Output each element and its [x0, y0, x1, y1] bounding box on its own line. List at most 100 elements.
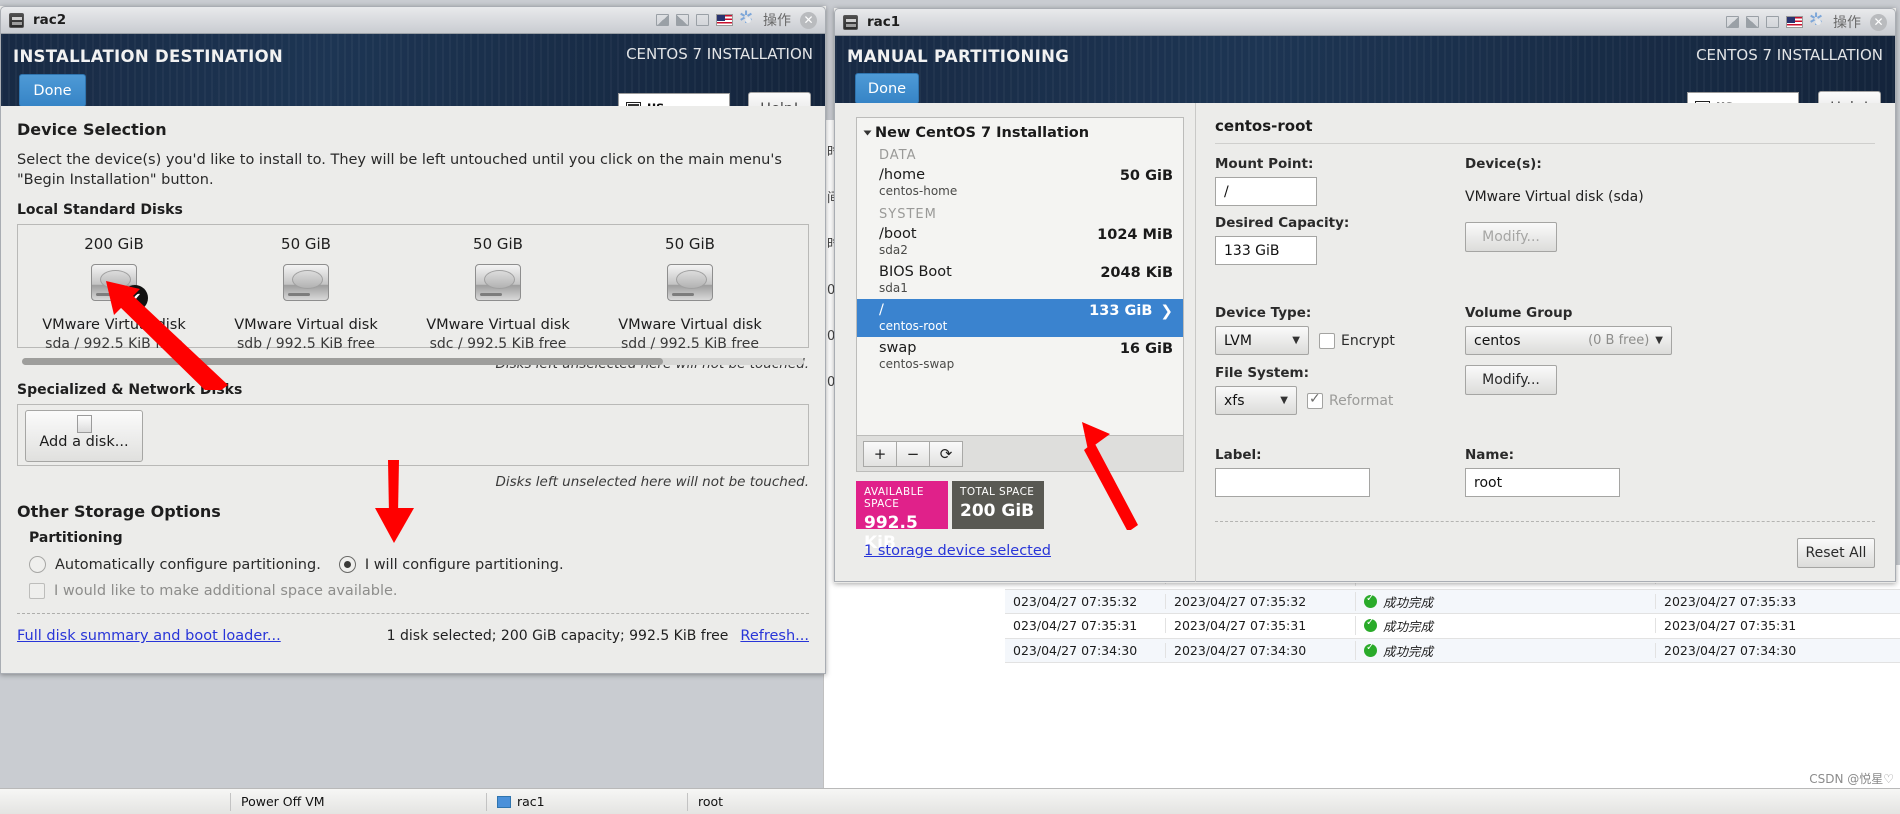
us-flag-icon[interactable]	[1786, 16, 1803, 28]
cell-queued-time: 2023/04/27 07:34:30	[1165, 642, 1355, 658]
us-flag-icon[interactable]	[716, 14, 733, 26]
encrypt-checkbox-icon	[1319, 332, 1335, 349]
other-storage-heading: Other Storage Options	[17, 502, 221, 521]
reformat-checkbox-icon	[1307, 391, 1323, 409]
name-input[interactable]: root	[1465, 468, 1620, 497]
disk-capacity: 200 GiB	[84, 235, 144, 253]
desired-capacity-input[interactable]: 133 GiB	[1215, 236, 1317, 265]
maximize-icon[interactable]	[696, 14, 709, 26]
reset-partition-button[interactable]: ⟳	[929, 440, 963, 467]
checkbox-additional-space[interactable]: I would like to make additional space av…	[29, 583, 809, 599]
operations-label[interactable]: 操作	[1833, 12, 1861, 32]
taskbar: Power Off VM rac1 root	[0, 788, 1900, 814]
disk-item[interactable]: 50 GiB VMware Virtual disk sdb / 992.5 KiB…	[210, 225, 402, 352]
add-partition-button[interactable]: +	[863, 440, 897, 467]
partition-tree-root-label: New CentOS 7 Installation	[875, 125, 1090, 141]
taskbar-vm-label: rac1	[517, 794, 545, 809]
partition-tree[interactable]: New CentOS 7 Installation DATA/home cento…	[856, 117, 1184, 472]
close-icon[interactable]: ✕	[800, 11, 817, 29]
taskbar-vm[interactable]: rac1	[487, 789, 687, 814]
unity-view-icon[interactable]	[656, 14, 669, 26]
remove-partition-button[interactable]: −	[896, 440, 930, 467]
detail-title: centos-root	[1215, 117, 1313, 135]
disk-list-scrollbar[interactable]	[22, 358, 804, 365]
volume-group-select[interactable]: centos (0 B free) ▼	[1465, 326, 1672, 355]
mount-point-input[interactable]: /	[1215, 177, 1317, 206]
storage-device-link[interactable]: 1 storage device selected	[864, 543, 1051, 559]
reformat-checkbox[interactable]: Reformat	[1307, 391, 1394, 409]
chevron-down-icon: ▼	[1655, 335, 1663, 346]
partition-tree-root[interactable]: New CentOS 7 Installation	[857, 118, 1183, 143]
window-controls-rac1: 操作 ✕	[1726, 10, 1891, 32]
refresh-link[interactable]: Refresh...	[740, 628, 809, 644]
partition-mount: /boot	[879, 226, 917, 242]
restore-icon[interactable]	[676, 14, 689, 26]
partition-mount: /	[879, 302, 884, 318]
taskbar-power-off[interactable]: Power Off VM	[231, 789, 486, 814]
radio-auto-label: Automatically configure partitioning.	[55, 556, 321, 573]
maximize-icon[interactable]	[1766, 16, 1779, 28]
partition-item[interactable]: / centos-root 133 GiB ❯	[857, 299, 1183, 337]
taskbar-user: root	[698, 794, 724, 809]
background-log-table: 023/04/27 07:35:402023/04/27 07:35:40失败 …	[1005, 565, 1900, 789]
window-rac2[interactable]: rac2 操作 ✕ INSTALLATION DESTINATION CENTO…	[0, 6, 826, 674]
restore-icon[interactable]	[1746, 16, 1759, 28]
disk-small-icon	[76, 415, 92, 433]
operations-label[interactable]: 操作	[763, 10, 791, 30]
disk-name: VMware Virtual disk	[234, 317, 378, 333]
full-disk-summary-link[interactable]: Full disk summary and boot loader...	[17, 628, 281, 644]
unity-view-icon[interactable]	[1726, 16, 1739, 28]
add-a-disk-button[interactable]: Add a disk...	[25, 410, 143, 462]
cell-start-time: 023/04/27 07:35:32	[1013, 593, 1138, 609]
gear-icon[interactable]	[739, 8, 756, 28]
hard-disk-icon	[667, 263, 713, 301]
partition-item[interactable]: swap centos-swap 16 GiB	[857, 337, 1183, 375]
partition-item[interactable]: BIOS Boot sda1 2048 KiB	[857, 261, 1183, 299]
titlebar-rac2[interactable]: rac2 操作 ✕	[0, 6, 826, 34]
devices-modify-button[interactable]: Modify...	[1465, 222, 1557, 252]
disk-item[interactable]: 50 GiB VMware Virtual disk sdc / 992.5 KiB…	[402, 225, 594, 352]
available-space-label: AVAILABLE SPACE	[864, 486, 924, 510]
checkbox-additional-space-label: I would like to make additional space av…	[54, 583, 398, 599]
disk-detail: sdb / 992.5 KiB free	[237, 336, 375, 352]
window-rac1[interactable]: rac1 操作 ✕ MANUAL PARTITIONING CENTOS 7 I…	[834, 8, 1896, 583]
table-row[interactable]: 023/04/27 07:35:31 2023/04/27 07:35:31 成功完…	[1005, 614, 1900, 639]
reset-all-button[interactable]: Reset All	[1797, 538, 1875, 568]
disk-item[interactable]: 200 GiB ✔ VMware Virtual disk sda / 992.5 K…	[18, 225, 210, 352]
device-type-select[interactable]: LVM ▼	[1215, 326, 1309, 355]
device-type-label: Device Type:	[1215, 305, 1312, 321]
table-row[interactable]: 023/04/27 07:34:30 2023/04/27 07:34:30 成功完…	[1005, 638, 1900, 663]
specialized-disks-panel: Add a disk...	[17, 404, 809, 466]
volume-group-free: (0 B free)	[1588, 333, 1650, 348]
titlebar-rac1[interactable]: rac1 操作 ✕	[834, 8, 1896, 36]
volume-group-modify-button[interactable]: Modify...	[1465, 365, 1557, 395]
cell-start-time: 023/04/27 07:34:30	[1013, 642, 1138, 658]
reformat-label: Reformat	[1329, 392, 1394, 409]
radio-manual-partitioning[interactable]: I will configure partitioning.	[338, 556, 564, 573]
table-row[interactable]: 023/04/27 07:35:32 2023/04/27 07:35:32 成功完…	[1005, 589, 1900, 614]
disk-detail: sdc / 992.5 KiB free	[429, 336, 567, 352]
done-button-right[interactable]: Done	[855, 73, 919, 104]
disk-capacity: 50 GiB	[473, 235, 523, 253]
done-button-left[interactable]: Done	[19, 74, 86, 107]
radio-auto-partitioning[interactable]: Automatically configure partitioning.	[29, 556, 321, 573]
file-system-select[interactable]: xfs ▼	[1215, 386, 1297, 415]
close-icon[interactable]: ✕	[1870, 13, 1887, 31]
gear-icon[interactable]	[1809, 10, 1826, 30]
partition-mount: /home	[879, 167, 925, 183]
watermark: CSDN @悦星♡	[1809, 772, 1894, 786]
encrypt-checkbox[interactable]: Encrypt	[1319, 332, 1395, 349]
available-space-card: AVAILABLE SPACE 992.5 KiB	[856, 481, 948, 553]
detail-divider	[1215, 521, 1875, 522]
device-type-value: LVM	[1224, 332, 1252, 349]
disk-item[interactable]: 50 GiB VMware Virtual disk sdd / 992.5 KiB…	[594, 225, 786, 352]
partition-item[interactable]: /home centos-home 50 GiB	[857, 164, 1183, 202]
page-title-left: INSTALLATION DESTINATION	[13, 47, 284, 66]
label-input[interactable]	[1215, 468, 1370, 497]
installer-body-left: Device Selection Select the device(s) yo…	[0, 106, 826, 674]
partition-item[interactable]: /boot sda2 1024 MiB	[857, 223, 1183, 261]
vm-icon	[497, 795, 511, 808]
cell-start-time: 023/04/27 07:35:31	[1013, 618, 1138, 634]
disk-capacity: 50 GiB	[281, 235, 331, 253]
partition-size: 2048 KiB	[1100, 265, 1173, 281]
